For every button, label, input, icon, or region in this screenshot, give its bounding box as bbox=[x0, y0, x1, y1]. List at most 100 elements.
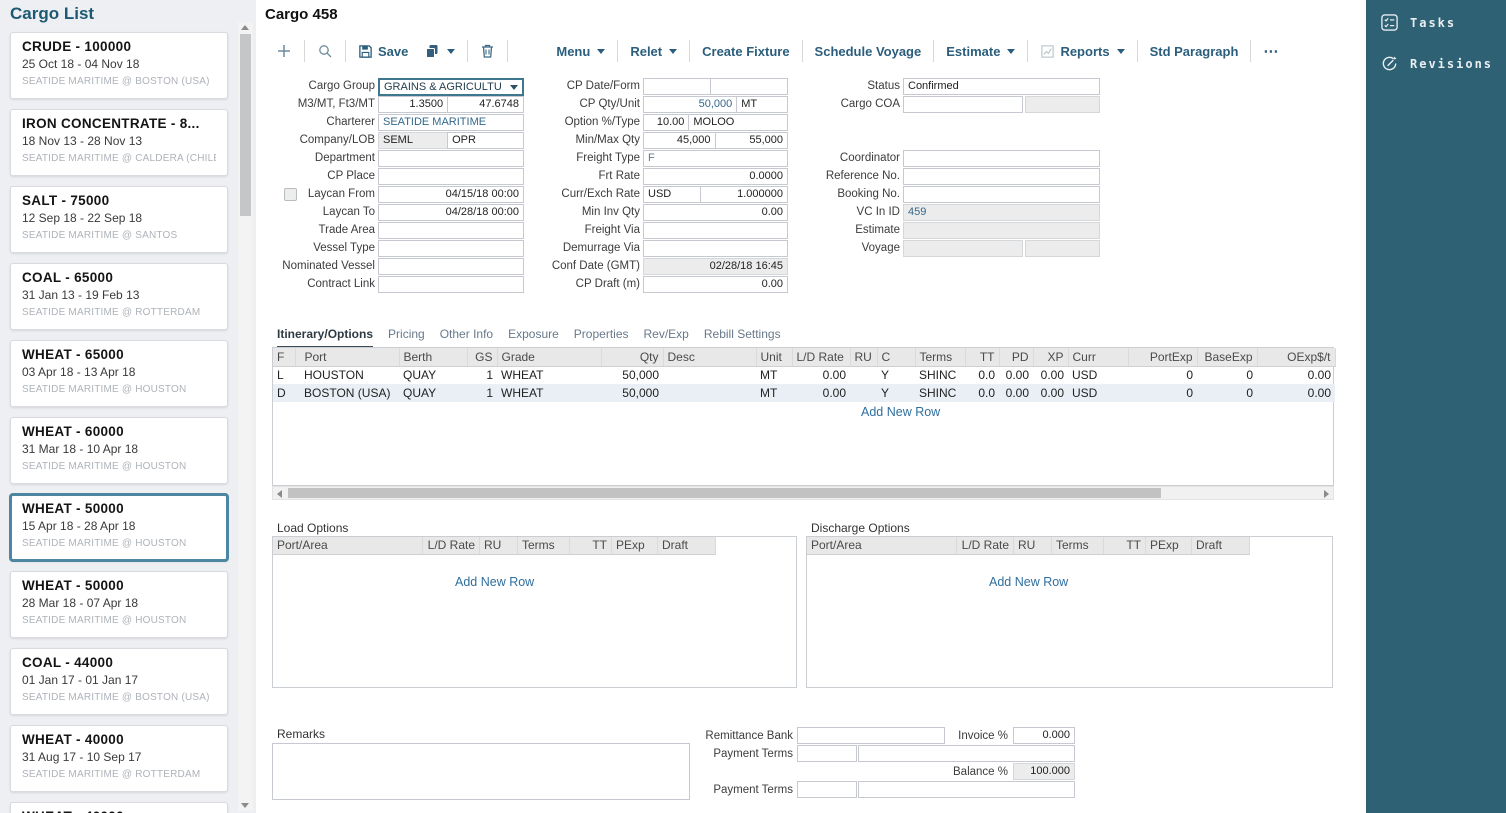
col-tt[interactable]: TT bbox=[1104, 537, 1146, 555]
invoice-pct-input[interactable]: 0.000 bbox=[1013, 727, 1075, 744]
itinerary-h-scrollbar[interactable] bbox=[272, 486, 1334, 500]
min-inv-qty-input[interactable]: 0.00 bbox=[643, 204, 788, 221]
col-terms[interactable]: Terms bbox=[1052, 537, 1104, 555]
delete-button[interactable] bbox=[472, 43, 503, 59]
laycan-checkbox[interactable] bbox=[284, 188, 297, 201]
scroll-left-icon[interactable] bbox=[277, 490, 282, 498]
create-fixture-button[interactable]: Create Fixture bbox=[694, 44, 797, 59]
col-xp[interactable]: XP bbox=[1033, 348, 1068, 366]
payment-terms-desc-input[interactable] bbox=[858, 745, 1075, 762]
freight-via-input[interactable] bbox=[643, 222, 788, 239]
cargo-card[interactable]: COAL - 44000 01 Jan 17 - 01 Jan 17 SEATI… bbox=[10, 648, 228, 715]
cell-port[interactable]: HOUSTON bbox=[295, 366, 399, 384]
menu-button[interactable]: Menu bbox=[548, 44, 613, 59]
cell-portexp[interactable]: 0 bbox=[1128, 384, 1197, 402]
save-button[interactable]: Save bbox=[350, 44, 416, 59]
col-desc[interactable]: Desc bbox=[663, 348, 756, 366]
cell-baseexp[interactable]: 0 bbox=[1197, 384, 1257, 402]
col-f[interactable]: F bbox=[273, 348, 295, 366]
remittance-bank-input[interactable] bbox=[797, 727, 945, 744]
col-ru[interactable]: RU bbox=[480, 537, 518, 555]
tab-pricing[interactable]: Pricing bbox=[388, 327, 425, 349]
col-port-area[interactable]: Port/Area bbox=[273, 537, 423, 555]
col-port-area[interactable]: Port/Area bbox=[807, 537, 957, 555]
col-ld-rate[interactable]: L/D Rate bbox=[957, 537, 1014, 555]
charterer-input[interactable]: SEATIDE MARITIME bbox=[378, 114, 524, 131]
cp-date-input[interactable] bbox=[643, 78, 711, 95]
department-input[interactable] bbox=[378, 150, 524, 167]
col-ld-rate[interactable]: L/D Rate bbox=[423, 537, 480, 555]
h-scrollbar-thumb[interactable] bbox=[288, 488, 1161, 498]
cell-c[interactable]: Y bbox=[877, 366, 915, 384]
cp-place-input[interactable] bbox=[378, 168, 524, 185]
itinerary-row-load[interactable]: L HOUSTON QUAY 1 WHEAT 50,000 MT 0.00 Y … bbox=[273, 366, 1335, 384]
itinerary-add-new-row-link[interactable]: Add New Row bbox=[861, 405, 940, 419]
tab-properties[interactable]: Properties bbox=[574, 327, 629, 349]
cargo-card[interactable]: IRON CONCENTRATE - 8... 18 Nov 13 - 28 N… bbox=[10, 109, 228, 176]
cell-curr[interactable]: USD bbox=[1068, 366, 1128, 384]
cell-gs[interactable]: 1 bbox=[467, 384, 497, 402]
cp-qty-input[interactable]: 50,000 bbox=[643, 96, 737, 113]
tab-rebill-settings[interactable]: Rebill Settings bbox=[704, 327, 781, 349]
option-type-input[interactable]: MOLOO bbox=[688, 114, 788, 131]
cell-port[interactable]: BOSTON (USA) bbox=[295, 384, 399, 402]
col-port[interactable]: Port bbox=[295, 348, 399, 366]
reference-no-input[interactable] bbox=[903, 168, 1100, 185]
cell-berth[interactable]: QUAY bbox=[399, 384, 467, 402]
col-c[interactable]: C bbox=[877, 348, 915, 366]
col-portexp[interactable]: PortExp bbox=[1128, 348, 1197, 366]
scroll-right-icon[interactable] bbox=[1324, 490, 1329, 498]
reports-button[interactable]: Reports bbox=[1032, 44, 1132, 59]
col-ld-rate[interactable]: L/D Rate bbox=[792, 348, 850, 366]
search-button[interactable] bbox=[309, 43, 341, 59]
cargo-card-partial[interactable]: WHEAT - 40000 bbox=[10, 802, 228, 813]
cell-gs[interactable]: 1 bbox=[467, 366, 497, 384]
cargo-list-scrollbar[interactable] bbox=[238, 22, 253, 811]
more-button[interactable]: ⋯ bbox=[1255, 42, 1287, 60]
lob-input[interactable]: OPR bbox=[447, 132, 524, 149]
vessel-type-input[interactable] bbox=[378, 240, 524, 257]
cell-berth[interactable]: QUAY bbox=[399, 366, 467, 384]
col-tt[interactable]: TT bbox=[570, 537, 612, 555]
add-button[interactable] bbox=[268, 43, 300, 59]
cell-ru[interactable] bbox=[850, 384, 877, 402]
tab-rev-exp[interactable]: Rev/Exp bbox=[644, 327, 689, 349]
freight-type-input[interactable]: F bbox=[643, 150, 788, 167]
col-berth[interactable]: Berth bbox=[399, 348, 467, 366]
col-ru[interactable]: RU bbox=[1014, 537, 1052, 555]
cell-qty[interactable]: 50,000 bbox=[601, 366, 663, 384]
cell-baseexp[interactable]: 0 bbox=[1197, 366, 1257, 384]
ft3mt-input[interactable]: 47.6748 bbox=[447, 96, 524, 113]
max-qty-input[interactable]: 55,000 bbox=[715, 132, 789, 149]
col-gs[interactable]: GS bbox=[467, 348, 497, 366]
cell-oexp[interactable]: 0.00 bbox=[1257, 384, 1335, 402]
cell-desc[interactable] bbox=[663, 384, 756, 402]
demurrage-via-input[interactable] bbox=[643, 240, 788, 257]
cell-terms[interactable]: SHINC bbox=[915, 366, 965, 384]
col-curr[interactable]: Curr bbox=[1068, 348, 1128, 366]
scroll-up-icon[interactable] bbox=[241, 25, 249, 30]
std-paragraph-button[interactable]: Std Paragraph bbox=[1142, 44, 1247, 59]
col-oexp[interactable]: OExp$/t bbox=[1257, 348, 1335, 366]
cell-xp[interactable]: 0.00 bbox=[1033, 366, 1068, 384]
cargo-card[interactable]: WHEAT - 50000 28 Mar 18 - 07 Apr 18 SEAT… bbox=[10, 571, 228, 638]
col-draft[interactable]: Draft bbox=[1192, 537, 1250, 555]
cell-grade[interactable]: WHEAT bbox=[497, 384, 601, 402]
trade-area-input[interactable] bbox=[378, 222, 524, 239]
col-unit[interactable]: Unit bbox=[756, 348, 792, 366]
cell-ld-rate[interactable]: 0.00 bbox=[792, 366, 850, 384]
payment-terms-2-code-input[interactable] bbox=[797, 781, 857, 798]
cargo-card-selected[interactable]: WHEAT - 50000 15 Apr 18 - 28 Apr 18 SEAT… bbox=[10, 494, 228, 561]
estimate-button[interactable]: Estimate bbox=[938, 44, 1023, 59]
m3mt-input[interactable]: 1.3500 bbox=[378, 96, 448, 113]
cell-qty[interactable]: 50,000 bbox=[601, 384, 663, 402]
cp-draft-input[interactable]: 0.00 bbox=[643, 276, 788, 293]
laycan-to-input[interactable]: 04/28/18 00:00 bbox=[378, 204, 524, 221]
cell-desc[interactable] bbox=[663, 366, 756, 384]
min-qty-input[interactable]: 45,000 bbox=[643, 132, 716, 149]
col-pd[interactable]: PD bbox=[999, 348, 1033, 366]
cell-unit[interactable]: MT bbox=[756, 384, 792, 402]
cargo-coa-input[interactable] bbox=[903, 96, 1023, 113]
scroll-down-icon[interactable] bbox=[241, 803, 249, 808]
exch-rate-input[interactable]: 1.000000 bbox=[700, 186, 788, 203]
